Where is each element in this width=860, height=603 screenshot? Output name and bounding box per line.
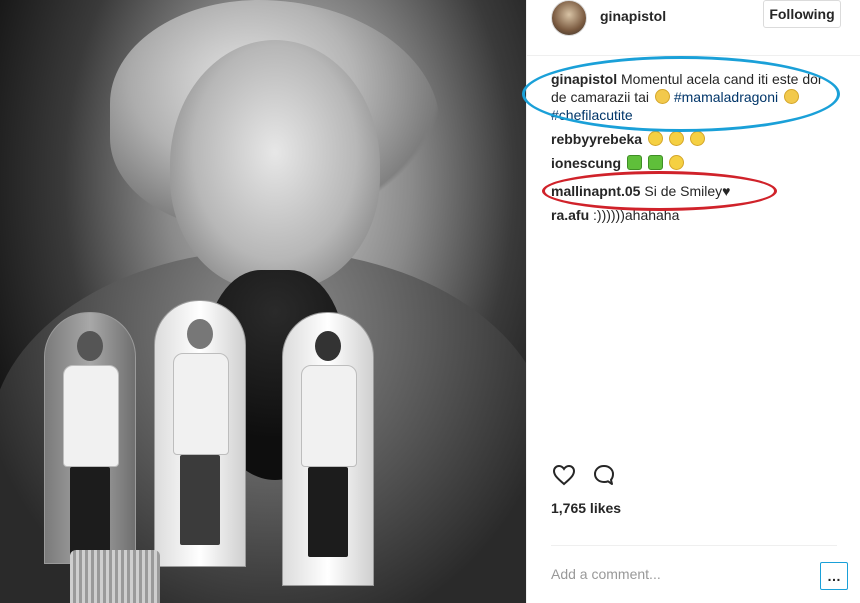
winking-emoji-icon: [689, 131, 705, 146]
photo-face: [170, 40, 380, 290]
comment-item: ra.afu :))))))ahahaha: [551, 206, 837, 224]
comment-bubble-icon[interactable]: [591, 462, 617, 488]
caption-username[interactable]: ginapistol: [551, 71, 617, 87]
money-face-emoji-icon: [668, 155, 684, 170]
laughing-emoji-icon: [654, 89, 670, 104]
add-comment-input[interactable]: Add a comment...: [551, 566, 661, 582]
post-header: ginapistol Following: [527, 0, 860, 56]
heart-icon[interactable]: [551, 462, 577, 488]
comment-username[interactable]: rebbyyrebeka: [551, 131, 642, 147]
laughing-emoji-icon: [784, 89, 800, 104]
knife-cutout-3: [282, 312, 374, 586]
post-photo[interactable]: [0, 0, 526, 603]
caption: ginapistol Momentul acela cand iti este …: [551, 70, 837, 124]
comment-item: rebbyyrebeka: [551, 130, 837, 148]
chef-figure-3: [301, 331, 357, 557]
money-emoji-icon: [626, 155, 642, 170]
comment-text: :))))))ahahaha: [593, 207, 680, 223]
hashtag-link[interactable]: #mamaladragoni: [674, 89, 778, 105]
money-emoji-icon: [647, 155, 663, 170]
laughing-emoji-icon: [668, 131, 684, 146]
likes-count[interactable]: 1,765 likes: [551, 500, 621, 516]
chef-figure-2: [173, 319, 229, 545]
comment-username[interactable]: mallinapnt.05: [551, 183, 640, 199]
divider: [551, 545, 837, 546]
post-actions: [551, 462, 617, 488]
photo-cuff-bracelet: [70, 550, 160, 603]
chef-figure-1: [63, 331, 119, 557]
comments-list: ginapistol Momentul acela cand iti este …: [551, 70, 837, 230]
comment-item: ionescung: [551, 154, 837, 172]
post-side-panel: ginapistol Following ginapistol Momentul…: [526, 0, 860, 603]
avatar[interactable]: [551, 0, 587, 36]
more-options-icon[interactable]: …: [820, 562, 848, 590]
post-author-username[interactable]: ginapistol: [600, 8, 666, 24]
following-button[interactable]: Following: [763, 0, 841, 28]
comment-item: mallinapnt.05 Si de Smiley♥: [551, 182, 837, 200]
comment-text: Si de Smiley♥: [644, 183, 731, 199]
knife-cutout-1: [44, 312, 136, 564]
comment-username[interactable]: ionescung: [551, 155, 621, 171]
comment-username[interactable]: ra.afu: [551, 207, 589, 223]
knife-cutout-2: [154, 300, 246, 567]
laughing-emoji-icon: [647, 131, 663, 146]
hashtag-link[interactable]: #chefilacutite: [551, 107, 633, 123]
